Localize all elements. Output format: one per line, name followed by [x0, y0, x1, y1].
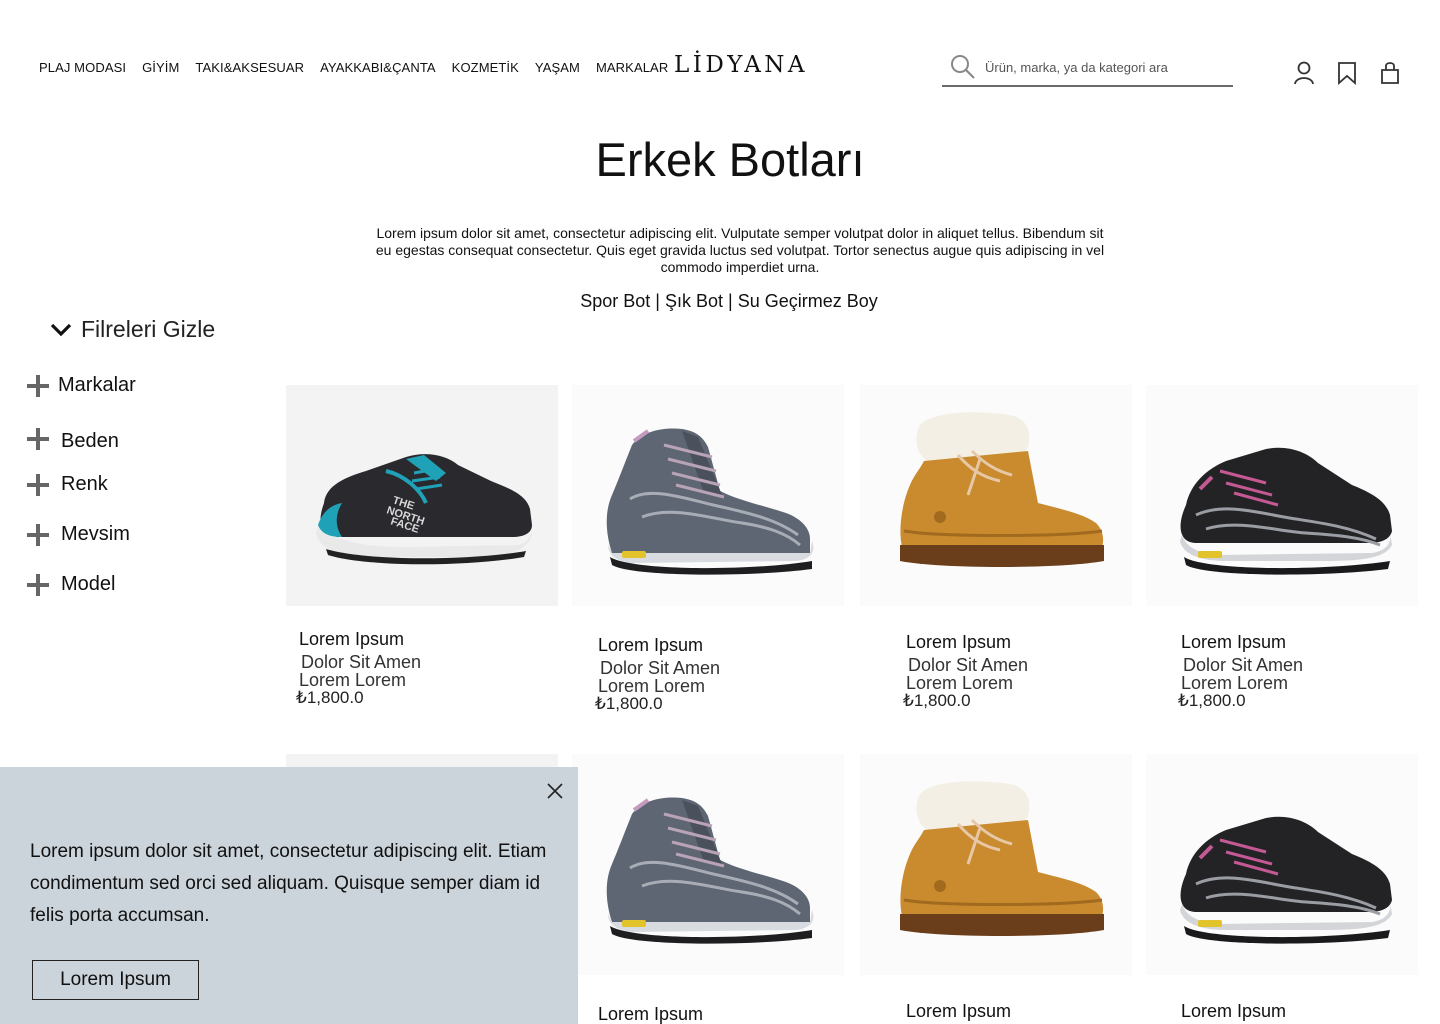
main-nav: PLAJ MODASI GİYİM TAKI&AKSESUAR AYAKKABI… — [39, 60, 668, 75]
product-name: Lorem Ipsum — [906, 1001, 1012, 1021]
product-variant: Lorem Lorem — [906, 673, 1014, 693]
plus-icon — [27, 573, 49, 596]
link-spor-bot[interactable]: Spor Bot — [580, 291, 650, 311]
product-name: Lorem Ipsum — [1181, 1001, 1287, 1021]
link-su-gecirmez-boy[interactable]: Su Geçirmez Boy — [738, 291, 878, 311]
product-variant: Lorem Lorem — [598, 676, 706, 696]
nav-yasam[interactable]: YAŞAM — [535, 60, 580, 75]
subcategory-links: Spor Bot | Şık Bot | Su Geçirmez Boy — [0, 291, 1440, 312]
product-name: Lorem Ipsum — [598, 1004, 704, 1024]
cookie-accept-button[interactable]: Lorem Ipsum — [32, 960, 199, 1000]
product-image[interactable] — [572, 385, 844, 606]
product-subtitle: Dolor Sit Amen — [908, 655, 1029, 675]
category-description: Lorem ipsum dolor sit amet, consectetur … — [375, 225, 1105, 275]
filter-beden[interactable]: Beden — [27, 424, 119, 453]
hide-filters-toggle[interactable]: Filreleri Gizle — [50, 316, 215, 343]
nav-ayakkabi-canta[interactable]: AYAKKABI&ÇANTA — [320, 60, 436, 75]
product-image[interactable] — [860, 754, 1132, 975]
product-subtitle: Dolor Sit Amen — [1183, 655, 1304, 675]
plus-icon — [27, 427, 49, 450]
chevron-down-icon — [50, 323, 72, 336]
nav-plaj-modasi[interactable]: PLAJ MODASI — [39, 60, 126, 75]
header-actions — [1292, 60, 1402, 86]
product-variant: Lorem Lorem — [1181, 673, 1289, 693]
cookie-message: Lorem ipsum dolor sit amet, consectetur … — [30, 841, 547, 926]
product-price: ₺1,800.0 — [595, 694, 663, 713]
search-input[interactable] — [985, 60, 1220, 75]
product-name: Lorem Ipsum — [906, 632, 1012, 652]
plus-icon — [27, 523, 49, 546]
product-image[interactable] — [860, 385, 1132, 606]
product-variant: Lorem Lorem — [299, 670, 407, 690]
filter-label: Markalar — [58, 374, 136, 396]
search-icon[interactable] — [950, 54, 976, 80]
page-title: Erkek Botları — [595, 133, 865, 186]
product-price: ₺1,800.0 — [903, 691, 971, 710]
product-image[interactable] — [1146, 754, 1418, 975]
hide-filters-label: Filreleri Gizle — [81, 316, 216, 342]
product-name: Lorem Ipsum — [598, 635, 704, 655]
search-bar — [942, 50, 1233, 87]
filter-mevsim[interactable]: Mevsim — [27, 523, 130, 546]
filter-model[interactable]: Model — [27, 573, 115, 596]
product-image[interactable] — [572, 754, 844, 975]
filter-renk[interactable]: Renk — [27, 473, 108, 496]
user-icon[interactable] — [1292, 60, 1316, 86]
filter-markalar[interactable]: Markalar — [27, 374, 136, 397]
link-separator: | — [723, 291, 738, 311]
product-name: Lorem Ipsum — [299, 629, 405, 649]
close-icon[interactable] — [546, 782, 564, 800]
product-price: ₺1,800.0 — [1178, 691, 1246, 710]
nav-giyim[interactable]: GİYİM — [142, 60, 179, 75]
link-separator: | — [650, 291, 665, 311]
shopping-bag-icon[interactable] — [1378, 60, 1402, 86]
bookmark-icon[interactable] — [1335, 60, 1359, 86]
nav-markalar[interactable]: MARKALAR — [596, 60, 668, 75]
cookie-banner: Lorem ipsum dolor sit amet, consectetur … — [0, 767, 578, 1024]
product-price: ₺1,800.0 — [296, 688, 364, 707]
link-sik-bot[interactable]: Şık Bot — [665, 291, 723, 311]
filter-label: Model — [61, 573, 116, 595]
filter-label: Mevsim — [61, 523, 130, 545]
plus-icon — [27, 473, 49, 496]
filter-label: Renk — [61, 473, 108, 495]
nav-kozmetik[interactable]: KOZMETİK — [452, 60, 519, 75]
product-subtitle: Dolor Sit Amen — [301, 652, 422, 672]
brand-logo[interactable]: LİDYANA — [674, 52, 808, 78]
nav-taki-aksesuar[interactable]: TAKI&AKSESUAR — [195, 60, 304, 75]
product-image[interactable] — [1146, 385, 1418, 606]
product-image[interactable] — [286, 385, 558, 606]
filter-label: Beden — [61, 430, 119, 452]
product-subtitle: Dolor Sit Amen — [600, 658, 721, 678]
product-name: Lorem Ipsum — [1181, 632, 1287, 652]
plus-icon — [27, 374, 49, 397]
